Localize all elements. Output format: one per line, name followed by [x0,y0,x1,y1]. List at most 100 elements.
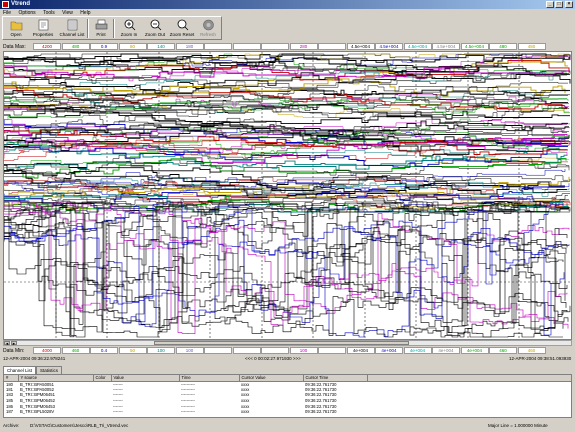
grid-body: 180 B_TRI::BPA50051 ------- ---------- xxxx 0… [4,381,571,415]
table-cell: ------- [113,409,123,415]
table-cell [367,409,571,415]
major-line-info: Major Line = 1.000000 Minute [488,423,548,428]
maximize-button[interactable]: □ [555,1,563,8]
data-max-value[interactable]: 4.5e+004 [375,43,403,50]
zoom-in-button[interactable]: Zoom In [117,18,141,39]
data-min-value[interactable]: 460 [61,347,90,354]
trend-trace [4,201,563,338]
data-min-value[interactable] [232,347,261,354]
app-icon [2,1,9,8]
zoom-in-icon [124,19,135,31]
toolbar-separator [113,19,115,38]
title-bar: Vtrend _ □ × [0,0,575,9]
properties-icon [38,19,48,31]
refresh-icon [202,19,214,31]
data-max-value[interactable]: 180 [175,43,204,50]
start-time: 12-APR-2004 09:36:22.978241 [3,356,66,361]
data-max-row: Data Max: 4200 480 0.9 80 140 180 280 4.5e+004 4… [0,43,575,51]
data-max-value[interactable] [318,43,346,50]
trend-trace [4,99,570,120]
data-min-value[interactable]: 0.4 [90,347,118,354]
zoom-reset-button[interactable]: Zoom Reset [169,18,195,39]
table-cell: ---------- [181,409,195,415]
properties-button[interactable]: Properties [29,18,57,39]
data-max-value[interactable] [261,43,289,50]
data-max-value[interactable]: 4.5e+004 [432,43,460,50]
data-min-row: Data Min: 4000 460 0.4 50 100 100 100 4e+004 4e+… [0,347,575,355]
refresh-button[interactable]: Refresh [197,18,219,39]
data-min-value[interactable]: 100 [147,347,175,354]
channel-list-button[interactable]: Channel List [59,18,85,39]
data-min-value[interactable]: 100 [175,347,204,354]
tab-channel-list[interactable]: Channel List [3,366,37,374]
data-min-value[interactable]: 4e+004 [375,347,403,354]
minimize-button[interactable]: _ [546,1,554,8]
table-cell: 187 [6,409,13,415]
data-max-value[interactable]: 140 [147,43,175,50]
menu-bar: File Options Tools View Help [0,9,575,16]
data-max-value[interactable]: 0.9 [90,43,118,50]
data-max-label: Data Max: [3,44,26,50]
timeline-bar: 12-APR-2004 09:36:22.978241 <<< 0 00:02:… [0,355,575,363]
data-min-label: Data Min: [3,348,25,354]
trend-plot[interactable] [3,51,572,340]
archive-label: Archive: [3,423,20,428]
data-min-value[interactable] [261,347,289,354]
open-button[interactable]: Open [5,18,27,39]
trend-trace [4,201,565,338]
table-cell [93,409,111,415]
folder-icon [10,21,22,31]
data-min-value[interactable]: 4e+004 [432,347,460,354]
trend-plot-canvas[interactable] [4,52,571,339]
scroll-left-arrow[interactable]: ◄ [4,341,10,346]
data-max-value[interactable]: 80 [118,43,147,50]
data-max-value[interactable] [204,43,232,50]
data-max-value[interactable]: 4200 [33,43,61,50]
trend-trace [4,206,570,327]
print-button[interactable]: Print [91,18,111,39]
zoom-reset-icon [177,19,188,31]
end-time: 12-APR-2004 09:38:51.093930 [509,356,572,361]
data-min-value[interactable]: 4e+004 [403,347,432,354]
data-min-value[interactable]: 4e+004 [460,347,489,354]
trend-trace [4,93,568,111]
data-min-value[interactable]: 100 [289,347,318,354]
data-min-value[interactable]: 50 [118,347,147,354]
scrollbar-thumb[interactable] [154,341,409,345]
horizontal-scrollbar[interactable]: ◄ ► [3,340,572,346]
data-max-value[interactable]: 4.5e+004 [460,43,489,50]
data-max-value[interactable]: 280 [289,43,318,50]
table-cell: 09:36:22.761730 [305,409,337,415]
data-min-value[interactable] [204,347,232,354]
data-max-value[interactable]: 4.5e+004 [346,43,375,50]
archive-path: D:\VSTAG\Customers\Jesco\RLB_Tri_Vtrend.… [30,423,129,428]
window-title: Vtrend [11,1,31,7]
channel-list-icon [67,19,77,31]
toolbar-separator [87,19,89,38]
time-span[interactable]: <<< 0 00:02:27.971930 >>> [245,356,301,361]
printer-icon [95,19,107,30]
tab-statistics[interactable]: Statistics [36,366,63,374]
zoom-out-icon [150,19,161,31]
data-max-value[interactable]: 4.5e+004 [403,43,432,50]
data-min-value[interactable]: 4e+004 [346,347,375,354]
scroll-right-arrow[interactable]: ► [11,341,17,346]
bottom-tabs: Channel List Statistics [3,366,63,374]
data-min-value[interactable] [318,347,346,354]
data-min-value[interactable]: 460 [489,347,517,354]
table-row[interactable]: 187 B_TRI::BPL5028V ------- ---------- xxxx 0… [4,409,571,415]
zoom-out-button[interactable]: Zoom Out [143,18,167,39]
toolbar: Open Properties Channel List Print Zoom … [2,16,222,40]
table-cell: B_TRI::BPL5028V [20,409,55,415]
data-max-value[interactable] [232,43,261,50]
data-min-value[interactable]: 4000 [33,347,61,354]
data-max-value[interactable]: 480 [61,43,90,50]
data-min-value[interactable]: 460 [517,347,546,354]
trend-trace [4,201,568,336]
data-max-value[interactable]: 480 [517,43,546,50]
table-cell: xxxx [241,409,250,415]
close-button[interactable]: × [565,1,573,8]
data-max-value[interactable]: 480 [489,43,517,50]
channel-grid: # Y source Color Value Time Cursor Value… [3,374,572,418]
trend-trace [4,201,566,338]
